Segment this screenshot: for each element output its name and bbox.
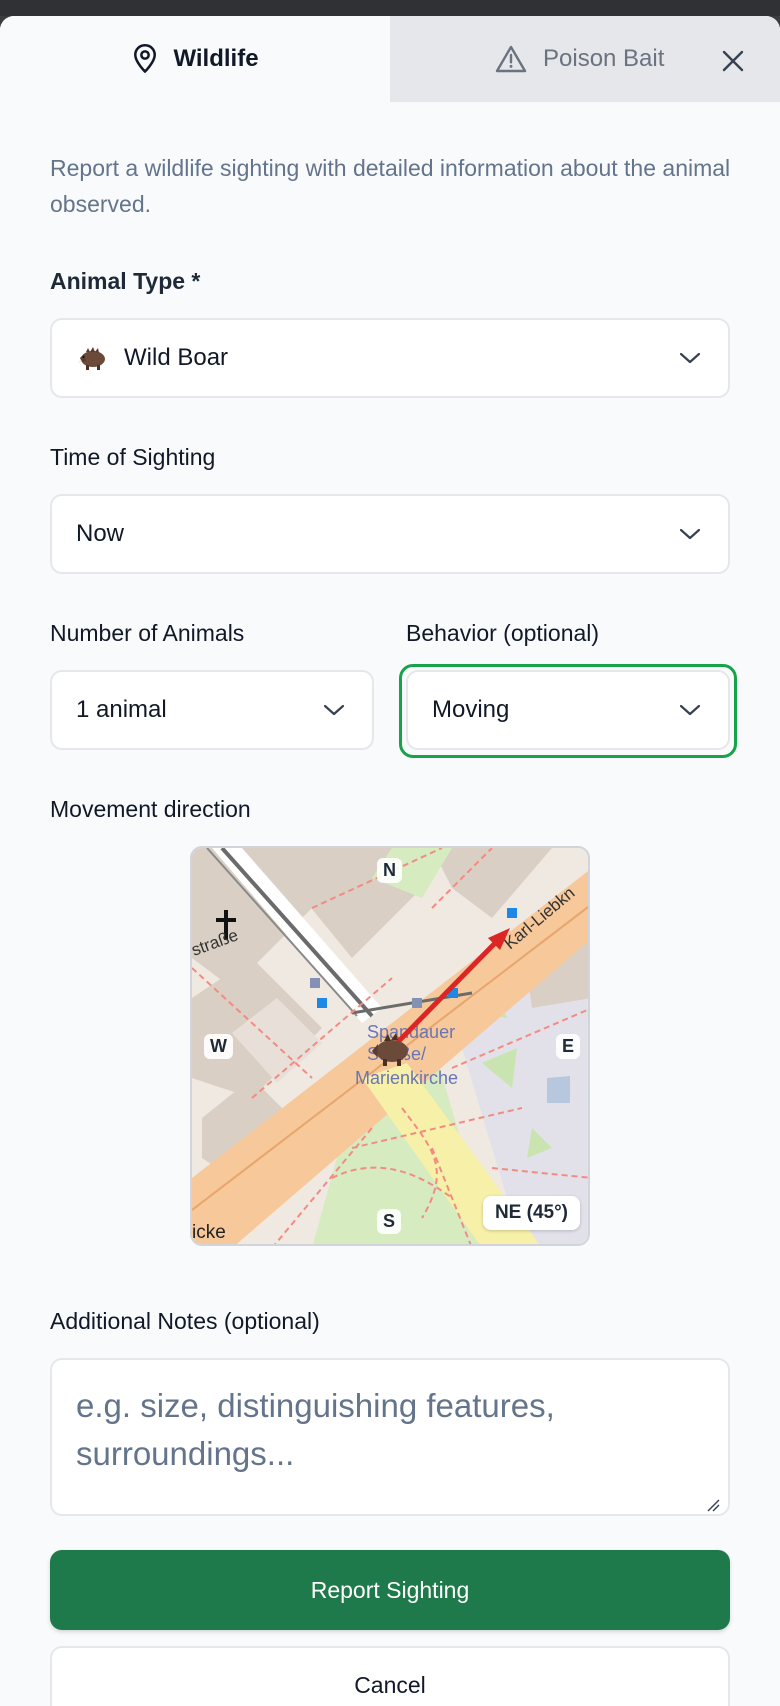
boar-icon	[78, 347, 105, 370]
tab-wildlife-label: Wildlife	[173, 45, 259, 72]
time-of-sighting-label: Time of Sighting	[50, 444, 216, 470]
behavior-value: Moving	[432, 696, 510, 723]
warning-triangle-icon	[495, 45, 527, 73]
close-icon	[722, 50, 744, 72]
notes-textarea[interactable]	[50, 1358, 730, 1516]
compass-west: W	[204, 1034, 233, 1059]
report-sighting-button[interactable]: Report Sighting	[50, 1550, 730, 1630]
behavior-select[interactable]: Moving	[406, 670, 730, 750]
report-sheet: Wildlife Poison Bait Report a wildlife s…	[0, 16, 780, 1706]
resize-grip-icon[interactable]	[706, 1498, 720, 1512]
close-button[interactable]	[718, 46, 748, 76]
number-of-animals-label: Number of Animals	[50, 620, 245, 646]
animal-type-select[interactable]: Wild Boar	[50, 318, 730, 398]
direction-map[interactable]: straße Karl-Liebkn Spandauer Straße/ Mar…	[190, 846, 590, 1246]
compass-south: S	[377, 1209, 402, 1234]
tab-poison-bait-label: Poison Bait	[543, 45, 665, 72]
chevron-down-icon	[679, 528, 701, 540]
heading-badge: NE (45°)	[482, 1196, 580, 1230]
chevron-down-icon	[323, 704, 345, 716]
location-pin-icon	[134, 44, 157, 73]
notes-label: Additional Notes (optional)	[50, 1308, 320, 1334]
compass-east: E	[555, 1034, 580, 1059]
chevron-down-icon	[679, 704, 701, 716]
movement-direction-label: Movement direction	[50, 796, 251, 822]
tab-bar: Wildlife Poison Bait	[0, 16, 780, 102]
tab-wildlife[interactable]: Wildlife	[0, 16, 390, 102]
behavior-label: Behavior (optional)	[406, 620, 600, 646]
map-tiles: straße Karl-Liebkn Spandauer Straße/ Mar…	[192, 848, 588, 1244]
time-of-sighting-select[interactable]: Now	[50, 494, 730, 574]
time-of-sighting-value: Now	[76, 520, 125, 547]
top-map-strip	[0, 0, 780, 16]
number-of-animals-value: 1 animal	[76, 696, 167, 723]
animal-type-value: Wild Boar	[124, 344, 229, 371]
compass-north: N	[377, 858, 402, 883]
chevron-down-icon	[679, 352, 701, 364]
map-stop-line3: Marienkirche	[355, 1068, 458, 1088]
cancel-button[interactable]: Cancel	[50, 1646, 730, 1706]
intro-text: Report a wildlife sighting with detailed…	[50, 155, 731, 217]
map-bottom-left-label: icke	[192, 1222, 226, 1243]
animal-type-label: Animal Type *	[50, 268, 201, 294]
number-of-animals-select[interactable]: 1 animal	[50, 670, 374, 750]
